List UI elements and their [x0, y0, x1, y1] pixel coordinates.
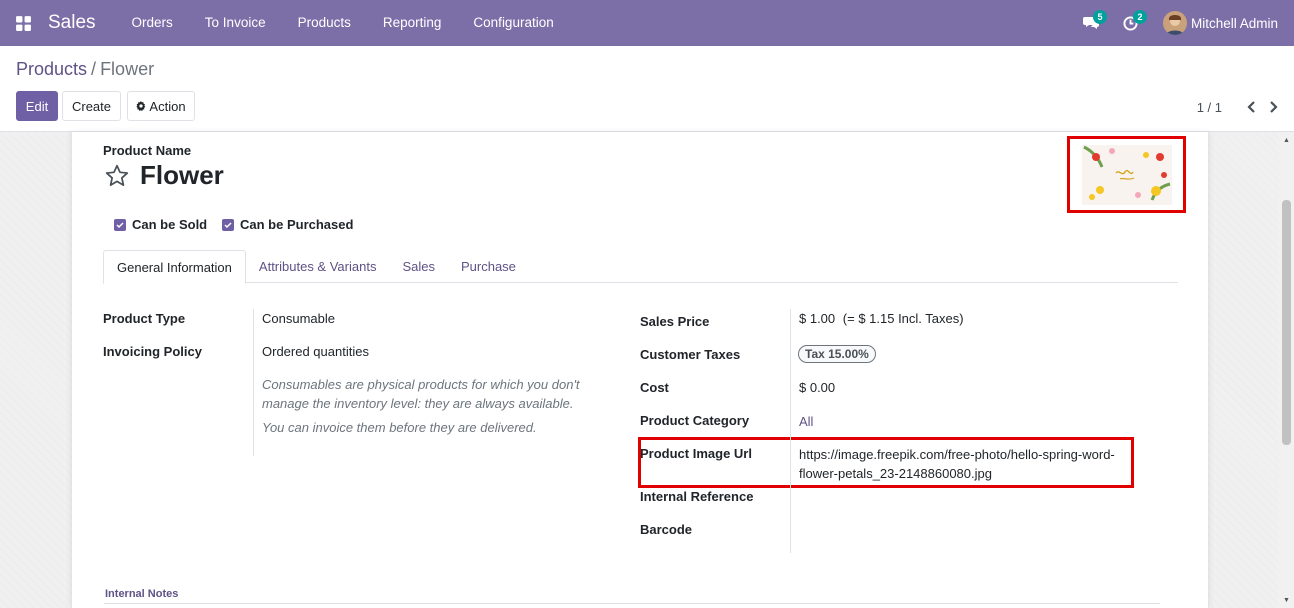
- product-image-url-value[interactable]: https://image.freepik.com/free-photo/hel…: [799, 445, 1129, 483]
- checkbox-checked-icon: [114, 218, 126, 231]
- top-navbar: Sales Orders To Invoice Products Reporti…: [0, 0, 1294, 46]
- product-name: Flower: [140, 160, 224, 190]
- tab-purchase[interactable]: Purchase: [448, 250, 529, 283]
- internal-notes-divider: [104, 603, 1160, 604]
- product-type-label: Product Type: [103, 311, 186, 326]
- chevron-right-icon: [1269, 101, 1278, 113]
- cost-label: Cost: [640, 380, 669, 395]
- menu-reporting[interactable]: Reporting: [367, 0, 458, 46]
- menu-orders[interactable]: Orders: [116, 0, 189, 46]
- scrollbar-thumb[interactable]: [1282, 200, 1291, 445]
- main-menu: Orders To Invoice Products Reporting Con…: [116, 0, 570, 46]
- edit-button[interactable]: Edit: [16, 91, 58, 121]
- left-divider: [253, 309, 254, 456]
- can-be-purchased-label: Can be Purchased: [240, 217, 354, 232]
- scrollbar[interactable]: ▲ ▼: [1279, 132, 1294, 608]
- breadcrumb-products[interactable]: Products: [16, 59, 87, 80]
- activities-badge: 2: [1132, 10, 1147, 24]
- app-name[interactable]: Sales: [48, 12, 96, 34]
- user-name: Mitchell Admin: [1190, 15, 1278, 31]
- pager: 1 / 1: [1197, 98, 1294, 116]
- product-image[interactable]: [1081, 144, 1172, 205]
- scroll-up-icon[interactable]: ▲: [1282, 136, 1291, 145]
- user-menu[interactable]: Mitchell Admin: [1162, 11, 1278, 35]
- product-name-label: Product Name: [103, 143, 192, 158]
- menu-products[interactable]: Products: [282, 0, 367, 46]
- sales-price-value[interactable]: $ 1.00 (= $ 1.15 Incl. Taxes): [799, 311, 964, 326]
- chevron-left-icon: [1246, 101, 1255, 113]
- pager-next-button[interactable]: [1262, 98, 1284, 116]
- can-be-sold-label: Can be Sold: [132, 217, 208, 232]
- invoicing-policy-value[interactable]: Ordered quantities: [262, 344, 369, 359]
- can-be-purchased-checkbox[interactable]: Can be Purchased: [222, 217, 353, 232]
- customer-taxes-label: Customer Taxes: [640, 347, 741, 362]
- star-icon[interactable]: [104, 163, 130, 189]
- messages-badge: 5: [1092, 10, 1107, 24]
- product-type-value[interactable]: Consumable: [262, 311, 335, 326]
- cost-value[interactable]: $ 0.00: [799, 380, 835, 395]
- product-image-highlight: [1067, 136, 1186, 213]
- tab-general-information[interactable]: General Information: [103, 250, 246, 284]
- invoicing-help: You can invoice them before they are del…: [262, 420, 537, 435]
- right-divider: [790, 309, 791, 553]
- create-button[interactable]: Create: [62, 91, 121, 121]
- gear-icon: [136, 101, 146, 111]
- menu-configuration[interactable]: Configuration: [457, 0, 569, 46]
- scroll-down-icon[interactable]: ▼: [1282, 596, 1291, 605]
- control-panel: Products / Flower Edit Create Action 1 /…: [0, 46, 1294, 132]
- invoicing-policy-label: Invoicing Policy: [103, 344, 202, 359]
- product-image-url-label: Product Image Url: [640, 446, 752, 461]
- apps-menu-icon[interactable]: [0, 0, 46, 46]
- form-tabs: General Information Attributes & Variant…: [103, 250, 1178, 284]
- pager-value[interactable]: 1 / 1: [1197, 100, 1222, 115]
- breadcrumb-separator: /: [91, 59, 97, 79]
- checkbox-checked-icon: [222, 218, 234, 231]
- internal-notes-label: Internal Notes: [105, 588, 179, 600]
- action-label: Action: [149, 98, 186, 114]
- product-type-help: Consumables are physical products for wh…: [262, 377, 580, 411]
- menu-to-invoice[interactable]: To Invoice: [189, 0, 282, 46]
- avatar: [1162, 11, 1187, 35]
- tab-attributes-variants[interactable]: Attributes & Variants: [246, 250, 390, 283]
- form-sheet: Product Name Flower Can be Sold Can be P…: [71, 132, 1209, 608]
- barcode-label: Barcode: [640, 522, 693, 537]
- product-category-label: Product Category: [640, 413, 750, 428]
- messages-button[interactable]: 5: [1071, 0, 1111, 46]
- product-title: Flower: [104, 160, 224, 191]
- sales-price-label: Sales Price: [640, 314, 710, 329]
- breadcrumb: Products / Flower: [16, 59, 154, 80]
- can-be-sold-checkbox[interactable]: Can be Sold: [114, 217, 207, 232]
- tax-tag[interactable]: Tax 15.00%: [798, 345, 876, 363]
- breadcrumb-current: Flower: [100, 59, 155, 79]
- internal-reference-label: Internal Reference: [640, 489, 754, 504]
- tab-sales[interactable]: Sales: [389, 250, 448, 283]
- sales-price-amount: $ 1.00: [799, 311, 836, 326]
- pager-previous-button[interactable]: [1240, 98, 1262, 116]
- navbar-systray: 5 2 Mitchell Admin: [1071, 0, 1294, 46]
- sales-price-incl-taxes: (= $ 1.15 Incl. Taxes): [842, 311, 964, 326]
- form-view: Product Name Flower Can be Sold Can be P…: [0, 132, 1294, 608]
- product-category-value[interactable]: All: [799, 414, 813, 429]
- action-button[interactable]: Action: [127, 91, 195, 121]
- activities-button[interactable]: 2: [1111, 0, 1151, 46]
